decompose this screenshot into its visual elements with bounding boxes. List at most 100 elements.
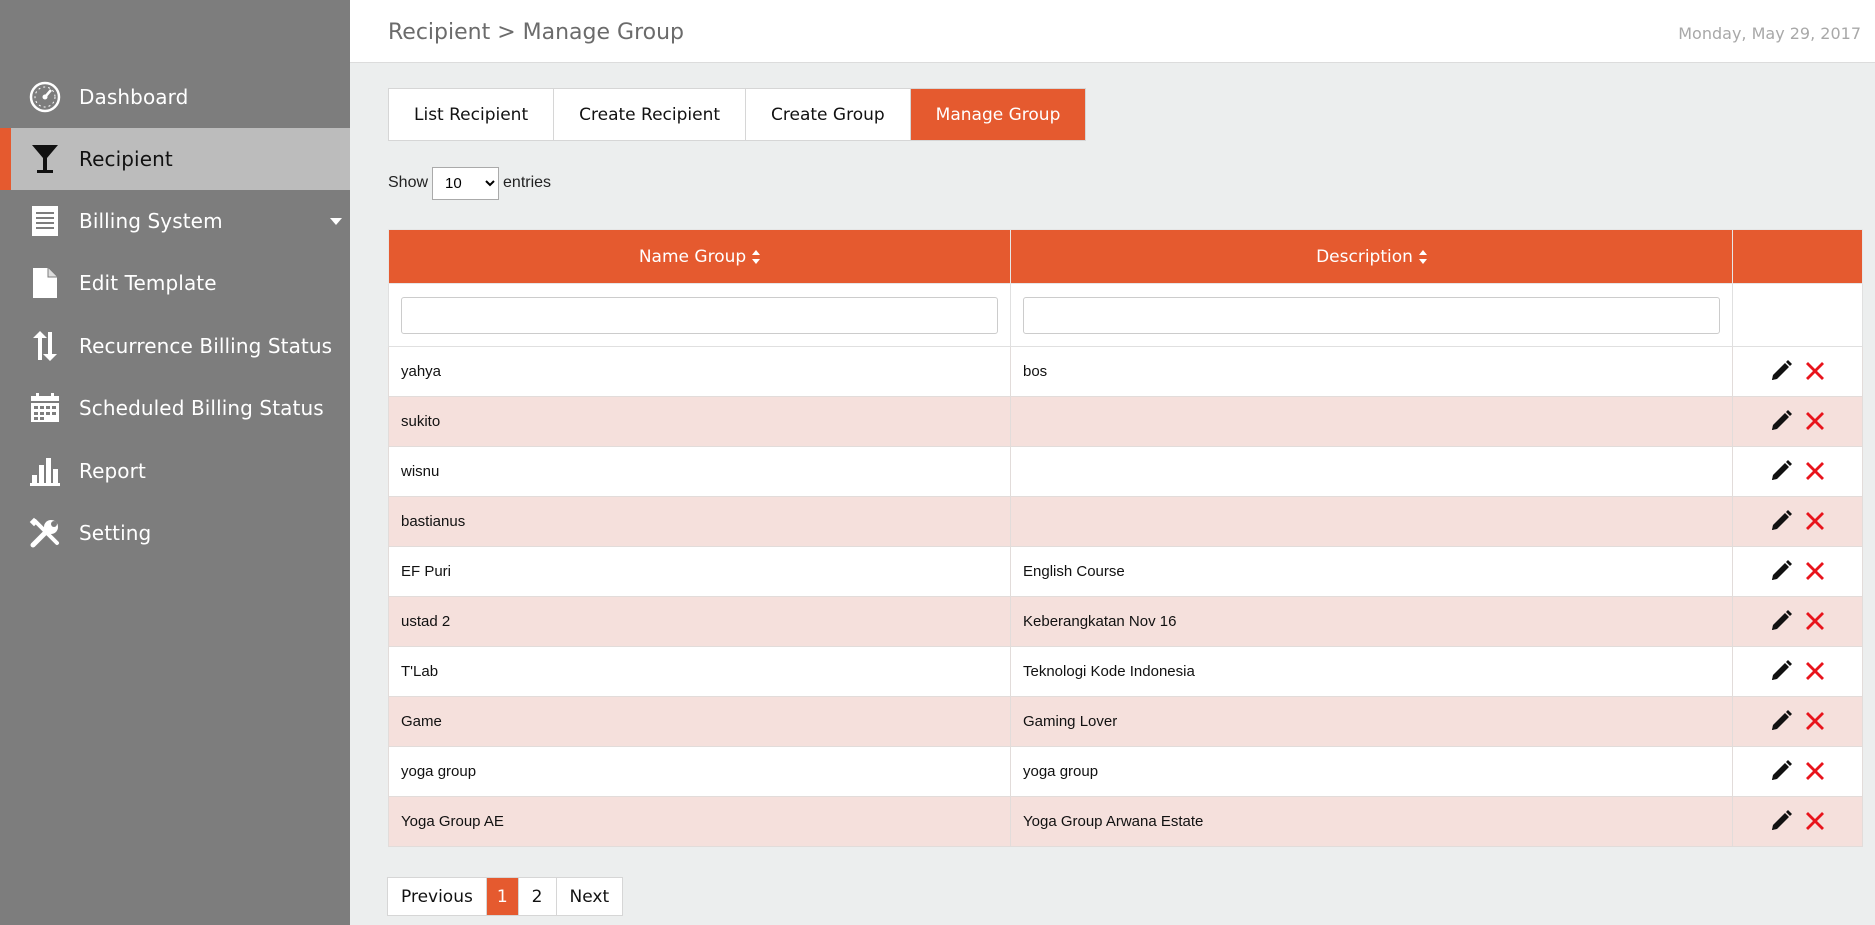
sidebar-item-billing-system[interactable]: Billing System xyxy=(0,190,350,252)
name-group-cell: ustad 2 xyxy=(388,596,1011,647)
filter-cell xyxy=(1732,283,1863,347)
actions-cell xyxy=(1732,746,1863,797)
delete-x-icon[interactable] xyxy=(1802,659,1828,685)
tab-bar: List Recipient Create Recipient Create G… xyxy=(388,88,1087,141)
sidebar-item-label: Edit Template xyxy=(79,271,217,295)
delete-x-icon[interactable] xyxy=(1802,359,1828,385)
name-group-cell: Game xyxy=(388,696,1011,747)
edit-pencil-icon[interactable] xyxy=(1768,609,1794,635)
description-cell: Yoga Group Arwana Estate xyxy=(1010,796,1733,847)
tab-manage-group[interactable]: Manage Group xyxy=(910,89,1086,140)
delete-x-icon[interactable] xyxy=(1802,759,1828,785)
table-row: EF Puri English Course xyxy=(388,546,1863,597)
edit-pencil-icon[interactable] xyxy=(1768,659,1794,685)
actions-cell xyxy=(1732,546,1863,597)
current-date: Monday, May 29, 2017 xyxy=(1678,24,1861,43)
delete-x-icon[interactable] xyxy=(1802,709,1828,735)
length-suffix: entries xyxy=(503,174,552,191)
edit-pencil-icon[interactable] xyxy=(1768,359,1794,385)
calendar-icon xyxy=(28,391,62,425)
sidebar-item-dashboard[interactable]: Dashboard xyxy=(0,66,350,128)
name-group-cell: bastianus xyxy=(388,496,1011,547)
name-group-cell: yoga group xyxy=(388,746,1011,797)
filter-cell xyxy=(1010,283,1733,347)
description-cell xyxy=(1010,446,1733,497)
sidebar-item-setting[interactable]: Setting xyxy=(0,502,350,564)
description-cell xyxy=(1010,396,1733,447)
sidebar-item-label: Setting xyxy=(79,521,152,545)
description-cell xyxy=(1010,496,1733,547)
top-bar: Recipient > Manage Group Monday, May 29,… xyxy=(350,0,1875,63)
column-header-name-group[interactable]: Name Group xyxy=(388,229,1011,284)
sidebar-item-scheduled-billing-status[interactable]: Scheduled Billing Status xyxy=(0,377,350,439)
chevron-down-icon xyxy=(330,217,342,225)
table-row: wisnu xyxy=(388,446,1863,497)
edit-pencil-icon[interactable] xyxy=(1768,559,1794,585)
description-cell: bos xyxy=(1010,346,1733,397)
previous-page-button[interactable]: Previous xyxy=(388,878,487,915)
page-2-button[interactable]: 2 xyxy=(519,878,557,915)
actions-cell xyxy=(1732,796,1863,847)
delete-x-icon[interactable] xyxy=(1802,559,1828,585)
name-group-cell: EF Puri xyxy=(388,546,1011,597)
delete-x-icon[interactable] xyxy=(1802,409,1828,435)
tab-list-recipient[interactable]: List Recipient xyxy=(389,89,555,140)
actions-cell xyxy=(1732,446,1863,497)
up-down-arrows-icon xyxy=(28,329,62,363)
name-group-cell: T'Lab xyxy=(388,646,1011,697)
column-header-label: Name Group xyxy=(638,246,747,267)
description-cell: Keberangkatan Nov 16 xyxy=(1010,596,1733,647)
entries-select[interactable]: 10 xyxy=(432,166,500,200)
sidebar-item-report[interactable]: Report xyxy=(0,440,350,502)
tab-create-recipient[interactable]: Create Recipient xyxy=(554,89,747,140)
name-group-cell: Yoga Group AE xyxy=(388,796,1011,847)
delete-x-icon[interactable] xyxy=(1802,809,1828,835)
next-page-button[interactable]: Next xyxy=(557,878,623,915)
actions-cell xyxy=(1732,396,1863,447)
sidebar-item-label: Billing System xyxy=(79,209,223,233)
table-row: yahya bos xyxy=(388,346,1863,397)
tab-create-group[interactable]: Create Group xyxy=(746,89,911,140)
wrench-screwdriver-icon xyxy=(28,516,62,550)
dashboard-gauge-icon xyxy=(28,80,62,114)
sidebar-item-label: Report xyxy=(79,459,146,483)
name-group-cell: yahya xyxy=(388,346,1011,397)
edit-pencil-icon[interactable] xyxy=(1768,459,1794,485)
description-cell: Teknologi Kode Indonesia xyxy=(1010,646,1733,697)
sidebar-item-label: Dashboard xyxy=(79,85,189,109)
description-cell: yoga group xyxy=(1010,746,1733,797)
column-header-description[interactable]: Description xyxy=(1010,229,1733,284)
sidebar-item-label: Recurrence Billing Status xyxy=(79,334,333,358)
sidebar-item-recipient[interactable]: Recipient xyxy=(0,128,350,190)
column-header-label: Description xyxy=(1316,246,1413,267)
table-row: Game Gaming Lover xyxy=(388,696,1863,747)
delete-x-icon[interactable] xyxy=(1802,509,1828,535)
description-cell: English Course xyxy=(1010,546,1733,597)
actions-cell xyxy=(1732,646,1863,697)
edit-pencil-icon[interactable] xyxy=(1768,509,1794,535)
sidebar-item-edit-template[interactable]: Edit Template xyxy=(0,252,350,314)
description-cell: Gaming Lover xyxy=(1010,696,1733,747)
page-1-button[interactable]: 1 xyxy=(486,878,519,915)
file-icon xyxy=(28,266,62,300)
filter-cell xyxy=(388,283,1011,347)
sidebar-item-recurrence-billing-status[interactable]: Recurrence Billing Status xyxy=(0,315,350,377)
edit-pencil-icon[interactable] xyxy=(1768,759,1794,785)
bar-chart-icon xyxy=(28,454,62,488)
sidebar: Dashboard Recipient Billing System Edit … xyxy=(0,0,350,925)
billing-document-icon xyxy=(28,204,62,238)
edit-pencil-icon[interactable] xyxy=(1768,809,1794,835)
edit-pencil-icon[interactable] xyxy=(1768,709,1794,735)
name-group-cell: sukito xyxy=(388,396,1011,447)
delete-x-icon[interactable] xyxy=(1802,609,1828,635)
name-group-filter-input[interactable] xyxy=(401,296,998,334)
table-row: yoga group yoga group xyxy=(388,746,1863,797)
edit-pencil-icon[interactable] xyxy=(1768,409,1794,435)
pagination: Previous 1 2 Next xyxy=(387,877,624,916)
entries-length-control: Show 10 entries xyxy=(388,166,551,200)
groups-table: Name Group Description yahya bos sukito wis… xyxy=(388,229,1863,847)
description-filter-input[interactable] xyxy=(1023,296,1720,334)
delete-x-icon[interactable] xyxy=(1802,459,1828,485)
breadcrumb: Recipient > Manage Group xyxy=(388,20,685,45)
actions-cell xyxy=(1732,696,1863,747)
